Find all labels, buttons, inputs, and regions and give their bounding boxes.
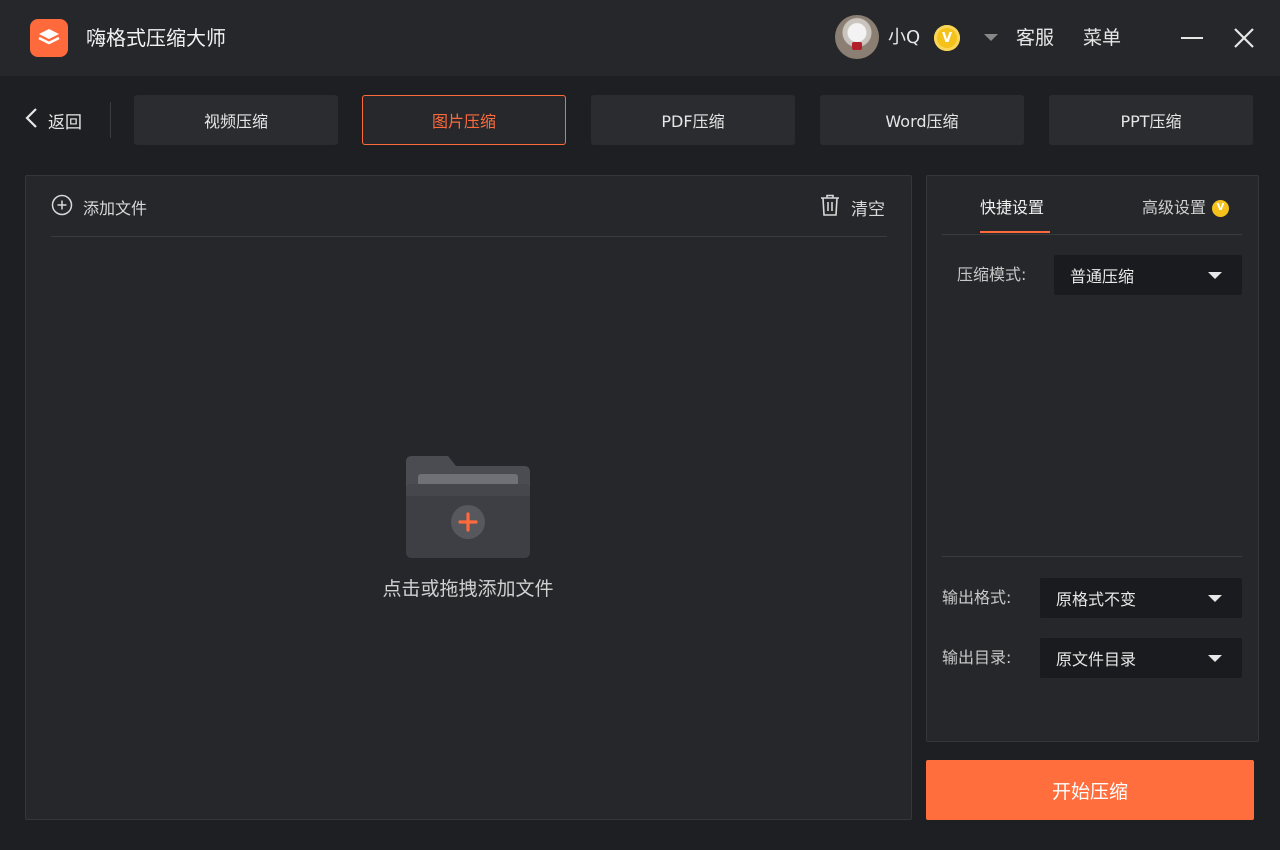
add-file-button[interactable]: 添加文件 (51, 193, 147, 221)
compress-mode-select[interactable]: 普通压缩 (1054, 255, 1242, 295)
user-name[interactable]: 小Q (888, 26, 920, 50)
chevron-down-icon (1208, 272, 1222, 279)
back-label: 返回 (48, 112, 82, 133)
chevron-down-icon[interactable] (984, 34, 998, 41)
compress-mode-value: 普通压缩 (1070, 267, 1135, 286)
trash-icon (818, 193, 842, 222)
app-logo-icon (30, 19, 68, 57)
vip-badge-icon: V (1212, 199, 1230, 217)
output-format-label: 输出格式: (942, 588, 1012, 607)
menu-button[interactable]: 菜单 (1083, 26, 1121, 50)
divider (51, 236, 887, 237)
output-format-select[interactable]: 原格式不变 (1040, 578, 1242, 618)
tab-ppt-compress[interactable]: PPT压缩 (1049, 95, 1253, 145)
clear-button[interactable]: 清空 (818, 193, 885, 221)
output-dir-select[interactable]: 原文件目录 (1040, 638, 1242, 678)
tab-video-compress[interactable]: 视频压缩 (134, 95, 338, 145)
chevron-left-icon (24, 107, 38, 134)
chevron-down-icon (1208, 595, 1222, 602)
active-tab-indicator (980, 231, 1050, 233)
start-compress-button[interactable]: 开始压缩 (926, 760, 1254, 820)
app-title: 嗨格式压缩大师 (86, 26, 226, 50)
compress-mode-label: 压缩模式: (957, 265, 1027, 284)
add-file-label: 添加文件 (83, 199, 148, 218)
avatar[interactable] (835, 15, 879, 59)
output-format-value: 原格式不变 (1056, 590, 1137, 609)
close-icon[interactable] (1230, 24, 1258, 52)
tab-pdf-compress[interactable]: PDF压缩 (591, 95, 795, 145)
output-dir-value: 原文件目录 (1056, 650, 1137, 669)
clear-label: 清空 (851, 199, 885, 220)
minimize-icon[interactable] (1178, 24, 1206, 52)
tab-image-compress[interactable]: 图片压缩 (362, 95, 566, 145)
drop-hint-text[interactable]: 点击或拖拽添加文件 (340, 575, 596, 603)
folder-add-icon[interactable] (404, 454, 532, 560)
chevron-down-icon (1208, 655, 1222, 662)
back-button[interactable]: 返回 (24, 106, 82, 134)
output-dir-label: 输出目录: (942, 648, 1012, 667)
tab-quick-settings[interactable]: 快捷设置 (980, 196, 1044, 220)
divider (942, 234, 1242, 235)
tab-word-compress[interactable]: Word压缩 (820, 95, 1024, 145)
tab-advanced-settings[interactable]: 高级设置 V (1142, 196, 1230, 220)
divider (942, 556, 1242, 557)
add-circle-icon (51, 194, 73, 220)
advanced-settings-label: 高级设置 (1142, 198, 1207, 217)
vip-badge-icon: V (934, 25, 960, 51)
divider (110, 102, 111, 138)
customer-service-button[interactable]: 客服 (1016, 26, 1054, 50)
